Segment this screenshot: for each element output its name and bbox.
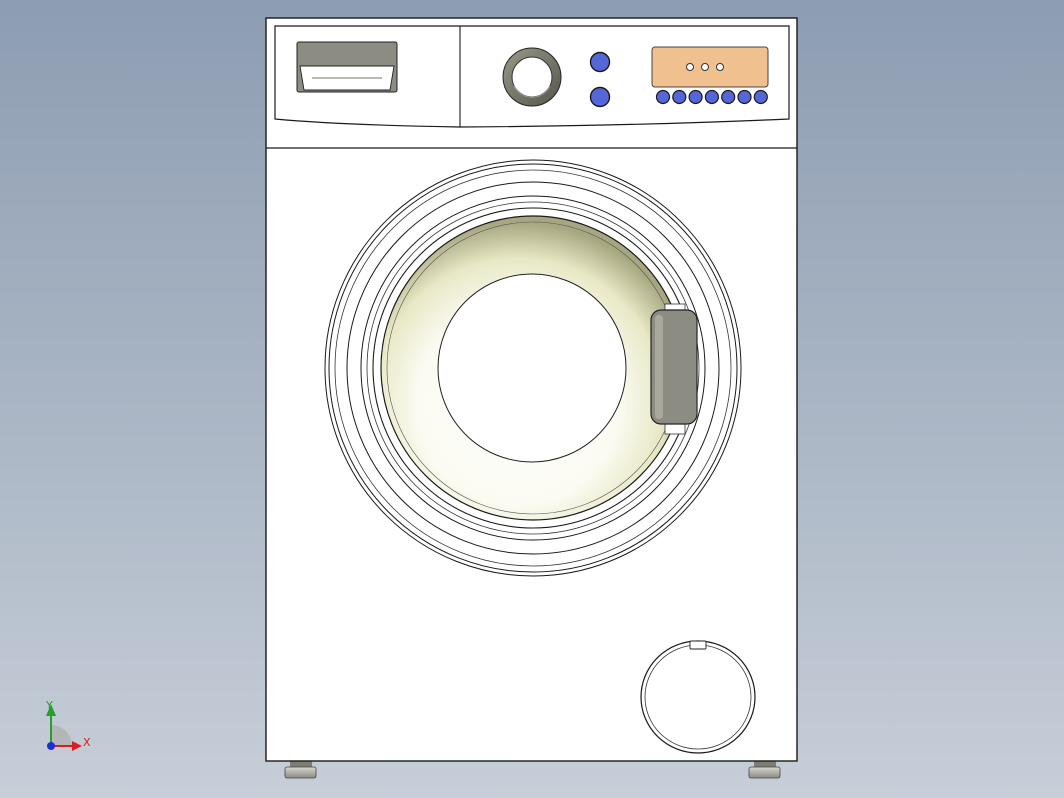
indicator-light	[686, 63, 694, 71]
function-button[interactable]	[753, 89, 768, 105]
function-button[interactable]	[672, 89, 687, 105]
y-axis-label: Y	[46, 699, 53, 712]
program-knob[interactable]	[502, 47, 562, 107]
left-foot	[284, 761, 317, 779]
function-button[interactable]	[737, 89, 752, 105]
function-button[interactable]	[688, 89, 703, 105]
function-button[interactable]	[704, 89, 720, 105]
door-handle[interactable]	[650, 303, 698, 435]
detergent-drawer[interactable]	[296, 41, 398, 93]
function-button[interactable]	[655, 89, 671, 105]
x-axis-label: X	[83, 736, 91, 749]
right-foot	[748, 761, 781, 779]
indicator-light	[701, 63, 709, 71]
indicator-light	[716, 63, 724, 71]
side-button[interactable]	[589, 86, 611, 108]
cad-viewport[interactable]	[0, 0, 1064, 798]
side-button[interactable]	[589, 51, 611, 73]
display-panel	[651, 46, 769, 88]
drum-back	[437, 273, 627, 463]
function-button[interactable]	[721, 89, 736, 105]
filter-hatch[interactable]	[640, 640, 756, 754]
z-axis-dot	[47, 742, 55, 750]
